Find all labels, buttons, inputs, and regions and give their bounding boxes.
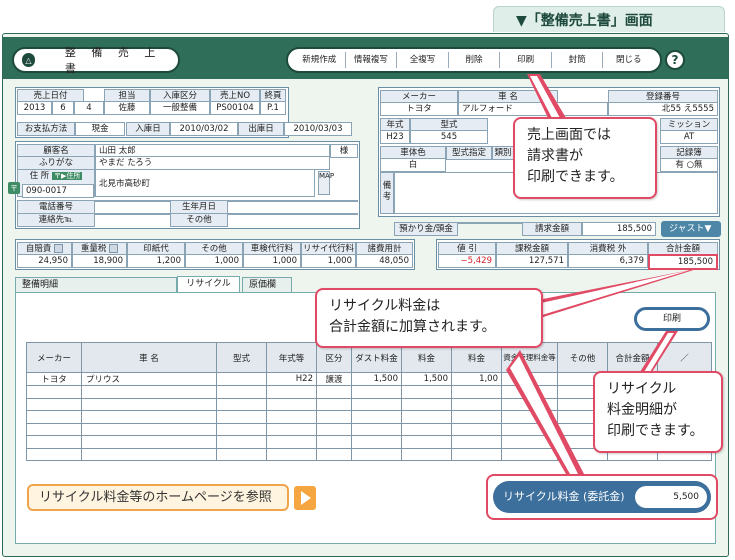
- callout-recycle-print: リサイクル 料金明細が 印刷できます。: [593, 371, 723, 453]
- callout-recycle-added: リサイクル料金は 合計金額に加算されます。: [315, 288, 543, 348]
- callout-invoice-print: 売上画面では 請求書が 印刷できます。: [513, 117, 657, 199]
- callout-pointers: [506, 74, 700, 474]
